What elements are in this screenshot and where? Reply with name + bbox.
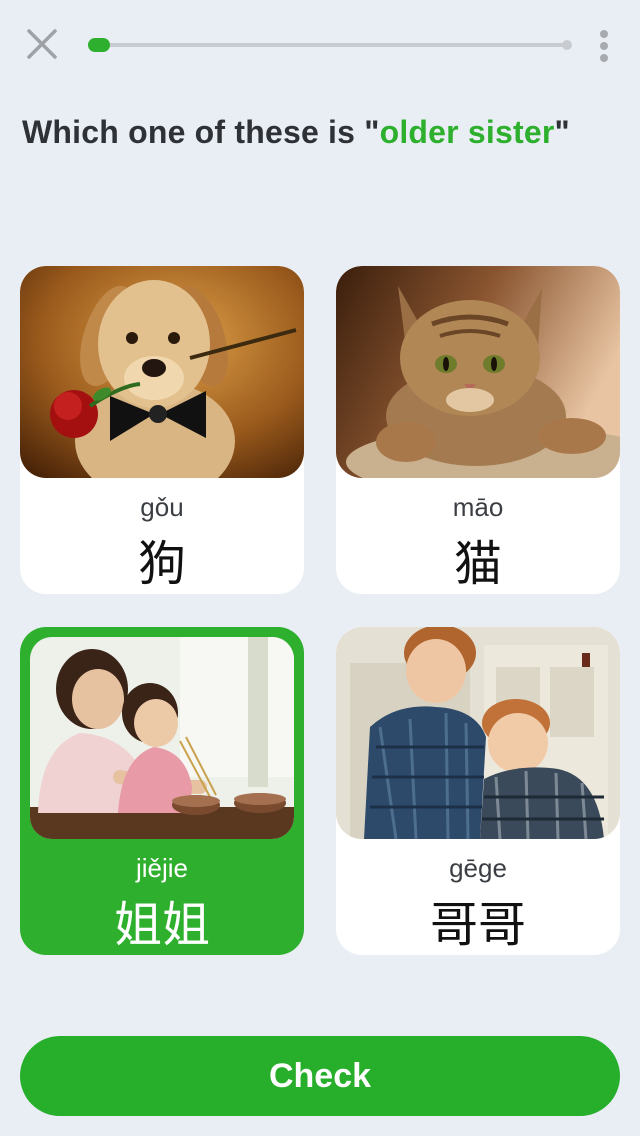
- question-target-word: older sister: [379, 114, 555, 150]
- question-text: Which one of these is "older sister": [22, 114, 570, 150]
- puppy-image: [20, 266, 304, 478]
- kitten-image: [336, 266, 620, 478]
- choice-card-older-sister[interactable]: jiějie 姐姐: [20, 627, 304, 955]
- choice-hanzi: 狗: [137, 536, 186, 592]
- close-icon: [27, 29, 57, 59]
- quiz-screen: Which one of these is "older sister" gǒu…: [0, 0, 640, 1136]
- progress-end-dot: [562, 40, 572, 50]
- choice-hanzi: 姐姐: [113, 897, 210, 953]
- choice-pinyin: gǒu: [140, 492, 184, 522]
- vertical-dots-icon: [600, 30, 608, 38]
- sisters-image: [30, 637, 294, 839]
- lesson-progress-bar: [88, 38, 572, 52]
- check-button[interactable]: Check: [20, 1036, 620, 1116]
- choice-card-older-brother[interactable]: gēge 哥哥: [336, 627, 620, 955]
- choice-card-cat[interactable]: māo 猫: [336, 266, 620, 594]
- choice-pinyin: jiějie: [135, 853, 189, 883]
- choice-hanzi: 哥哥: [429, 897, 526, 953]
- choice-pinyin: māo: [452, 492, 504, 522]
- choice-pinyin: gēge: [449, 853, 507, 883]
- close-button[interactable]: [24, 26, 60, 62]
- progress-track: [88, 43, 566, 47]
- choice-hanzi: 猫: [453, 536, 502, 592]
- brothers-image: [336, 627, 620, 839]
- progress-fill: [88, 38, 110, 52]
- choice-card-dog[interactable]: gǒu 狗: [20, 266, 304, 594]
- more-options-button[interactable]: [592, 28, 616, 64]
